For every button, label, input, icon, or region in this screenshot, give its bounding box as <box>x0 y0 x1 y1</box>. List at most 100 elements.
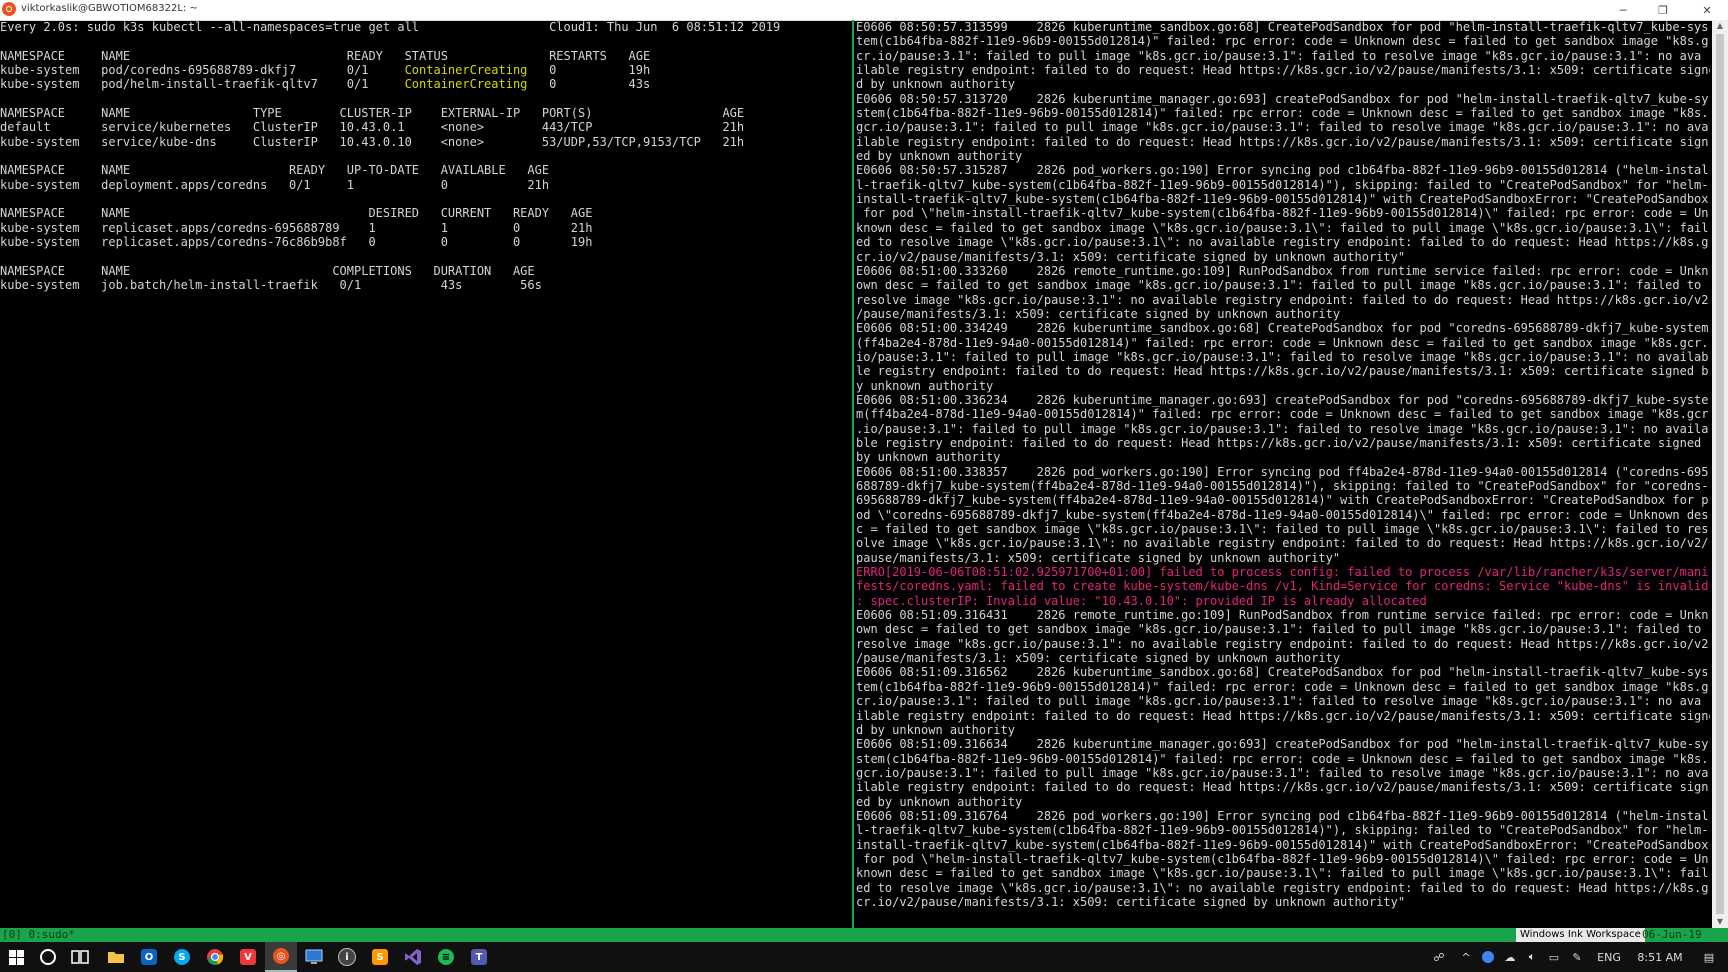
log-line: E0606 08:50:57.313599 2826 kuberuntime_s… <box>856 20 1709 34</box>
log-line: E0606 08:51:00.333260 2826 remote_runtim… <box>856 263 1709 278</box>
skype-icon: S <box>174 949 190 965</box>
table-row: kube-system deployment.apps/coredns 0/1 … <box>0 177 550 192</box>
app-circle-icon: i <box>338 948 356 966</box>
log-line: resolve image "k8s.gcr.io/pause:3.1": no… <box>856 292 1709 307</box>
log-line: E0606 08:51:09.316764 2826 pod_workers.g… <box>856 808 1709 823</box>
tray-chrome-icon[interactable] <box>1478 942 1498 972</box>
table-row: kube-system service/kube-dns ClusterIP 1… <box>0 134 745 149</box>
taskbar-vivaldi[interactable]: V <box>232 942 264 972</box>
log-line: E0606 08:51:00.334249 2826 kuberuntime_s… <box>856 321 1709 336</box>
taskbar-teams[interactable]: T <box>463 942 495 972</box>
right-terminal-pane[interactable]: E0606 08:50:57.313599 2826 kuberuntime_s… <box>856 20 1710 928</box>
cortana-icon <box>40 949 56 965</box>
taskbar-sublime[interactable]: S <box>364 942 396 972</box>
tmux-session-label[interactable]: [0] 0:sudo* <box>2 928 75 942</box>
deployments-header: NAMESPACE NAME READY UP-TO-DATE AVAILABL… <box>0 163 550 178</box>
taskbar-skype[interactable]: S <box>166 942 198 972</box>
services-header: NAMESPACE NAME TYPE CLUSTER-IP EXTERNAL-… <box>0 106 745 121</box>
folder-icon <box>108 952 124 963</box>
log-line: /pause/manifests/3.1: x509: certificate … <box>856 651 1341 666</box>
left-terminal-pane[interactable]: Every 2.0s: sudo k3s kubectl --all-names… <box>0 20 850 928</box>
scroll-up-icon[interactable]: ▲ <box>1712 20 1728 32</box>
log-line: .io/pause:3.1": failed to pull image "k8… <box>856 421 1709 436</box>
log-line: olve image \"k8s.gcr.io/pause:3.1\": no … <box>856 536 1709 551</box>
table-row: kube-system replicaset.apps/coredns-76c8… <box>0 235 593 250</box>
scrollbar-thumb[interactable] <box>1716 34 1724 914</box>
window-title-bar[interactable]: viktorkaslik@GBWOTIOM68322L: ~ ─ ❐ ✕ <box>0 0 1728 21</box>
tray-chevron-up-icon[interactable]: ^ <box>1456 942 1476 972</box>
taskbar-visual-studio[interactable] <box>397 942 429 972</box>
log-line: ilable registry endpoint: failed to do r… <box>856 134 1709 149</box>
log-line: cr.io/v2/pause/manifests/3.1: x509: cert… <box>856 249 1406 264</box>
restore-button[interactable]: ❐ <box>1646 0 1680 20</box>
taskbar-app-circle[interactable]: i <box>331 942 363 972</box>
log-line: d by unknown authority <box>856 77 1015 92</box>
log-line: pause/manifests/3.1: x509: certificate s… <box>856 550 1341 565</box>
log-line: ilable registry endpoint: failed to do r… <box>856 708 1710 723</box>
log-line: E0606 08:51:00.338357 2826 pod_workers.g… <box>856 464 1709 479</box>
log-line: by unknown authority <box>856 450 1001 465</box>
log-line: cr.io/v2/pause/manifests/3.1: x509: cert… <box>856 894 1406 909</box>
status-container-creating: ContainerCreating <box>404 63 528 78</box>
taskbar-clock[interactable]: 8:51 AM <box>1632 942 1688 972</box>
tray-onedrive-icon[interactable]: ☁ <box>1500 942 1520 972</box>
taskbar-chrome[interactable] <box>199 942 231 972</box>
table-row: kube-system job.batch/helm-install-traef… <box>0 278 542 293</box>
log-line: m(ff4ba2e4-878d-11e9-94a0-00155d012814)"… <box>856 407 1709 422</box>
log-line: 695688789-dkfj7_kube-system(ff4ba2e4-878… <box>856 493 1709 508</box>
cortana-button[interactable] <box>32 942 64 972</box>
table-row: default service/kubernetes ClusterIP 10.… <box>0 120 745 135</box>
log-line: cr.io/pause:3.1": failed to pull image "… <box>856 48 1702 63</box>
log-line: ble registry endpoint: failed to do requ… <box>856 435 1702 450</box>
log-line: install-traefik-qltv7_kube-system(c1b64f… <box>856 837 1709 852</box>
log-line: own desc = failed to get sandbox image "… <box>856 622 1702 637</box>
log-line: E0606 08:50:57.315287 2826 pod_workers.g… <box>856 163 1709 178</box>
close-button[interactable]: ✕ <box>1690 0 1724 20</box>
log-line: io/pause:3.1": failed to pull image "k8s… <box>856 349 1709 364</box>
tmux-date: 06-Jun-19 <box>1642 928 1702 941</box>
spotify-icon: ≡ <box>438 949 454 965</box>
log-line: gcr.io/pause:3.1": failed to pull image … <box>856 120 1709 135</box>
taskbar-remote-desktop[interactable] <box>298 942 330 972</box>
taskbar-outlook[interactable]: O <box>133 942 165 972</box>
log-line: ed by unknown authority <box>856 794 1023 809</box>
visual-studio-icon <box>405 949 421 965</box>
scroll-down-icon[interactable]: ▼ <box>1712 916 1728 928</box>
table-row: kube-system replicaset.apps/coredns-6956… <box>0 220 593 235</box>
jobs-header: NAMESPACE NAME COMPLETIONS DURATION AGE <box>0 263 535 278</box>
network-icon[interactable]: ▭ <box>1544 942 1564 972</box>
log-line: stem(c1b64fba-882f-11e9-96b9-00155d01281… <box>856 751 1709 766</box>
log-line: tem(c1b64fba-882f-11e9-96b9-00155d012814… <box>856 679 1709 694</box>
log-line: known desc = failed to get sandbox image… <box>856 220 1709 235</box>
log-line: l-traefik-qltv7_kube-system(c1b64fba-882… <box>856 823 1709 838</box>
notification-icon[interactable]: ▤ <box>1694 942 1724 972</box>
log-line: E0606 08:51:09.316562 2826 kuberuntime_s… <box>856 665 1709 680</box>
log-line: c = failed to get sandbox image \"k8s.gc… <box>856 522 1709 537</box>
log-line: E0606 08:51:09.316634 2826 kuberuntime_m… <box>856 737 1709 752</box>
minimize-button[interactable]: ─ <box>1606 0 1640 20</box>
window-title: viktorkaslik@GBWOTIOM68322L: ~ <box>21 3 198 14</box>
start-button[interactable] <box>0 942 32 972</box>
taskbar: O S V ◎ i S ≡ T ☍ ^ ☁ 🔈︎ ▭ ✎ ENG 8:51 AM… <box>0 942 1728 972</box>
pane-divider[interactable] <box>852 20 854 928</box>
log-line: y unknown authority <box>856 378 994 393</box>
log-output: E0606 08:50:57.313599 2826 kuberuntime_s… <box>856 20 1710 909</box>
ubuntu-icon <box>2 2 16 16</box>
log-line: ed to resolve image \"k8s.gcr.io/pause:3… <box>856 880 1709 895</box>
taskbar-ubuntu-terminal[interactable]: ◎ <box>265 942 297 972</box>
log-line: for pod \"helm-install-traefik-qltv7_kub… <box>856 206 1709 221</box>
vertical-scrollbar[interactable]: ▲ ▼ <box>1712 20 1728 928</box>
pen-ink-icon[interactable]: ✎ <box>1566 942 1588 972</box>
language-indicator[interactable]: ENG <box>1594 942 1624 972</box>
people-icon[interactable]: ☍ <box>1428 942 1450 972</box>
log-line: resolve image "k8s.gcr.io/pause:3.1": no… <box>856 636 1709 651</box>
log-line: od \"coredns-695688789-dkfj7_kube-system… <box>856 507 1709 522</box>
taskbar-spotify[interactable]: ≡ <box>430 942 462 972</box>
vivaldi-icon: V <box>240 949 256 965</box>
log-line: E0606 08:50:57.313720 2826 kuberuntime_m… <box>856 91 1709 106</box>
task-view-button[interactable] <box>64 942 96 972</box>
taskbar-file-explorer[interactable] <box>100 942 132 972</box>
log-line: tem(c1b64fba-882f-11e9-96b9-00155d012814… <box>856 34 1709 49</box>
tmux-status-bar: [0] 0:sudo* Windows Ink Workspace 06-Jun… <box>0 928 1728 942</box>
volume-icon[interactable]: 🔈︎ <box>1522 942 1542 972</box>
